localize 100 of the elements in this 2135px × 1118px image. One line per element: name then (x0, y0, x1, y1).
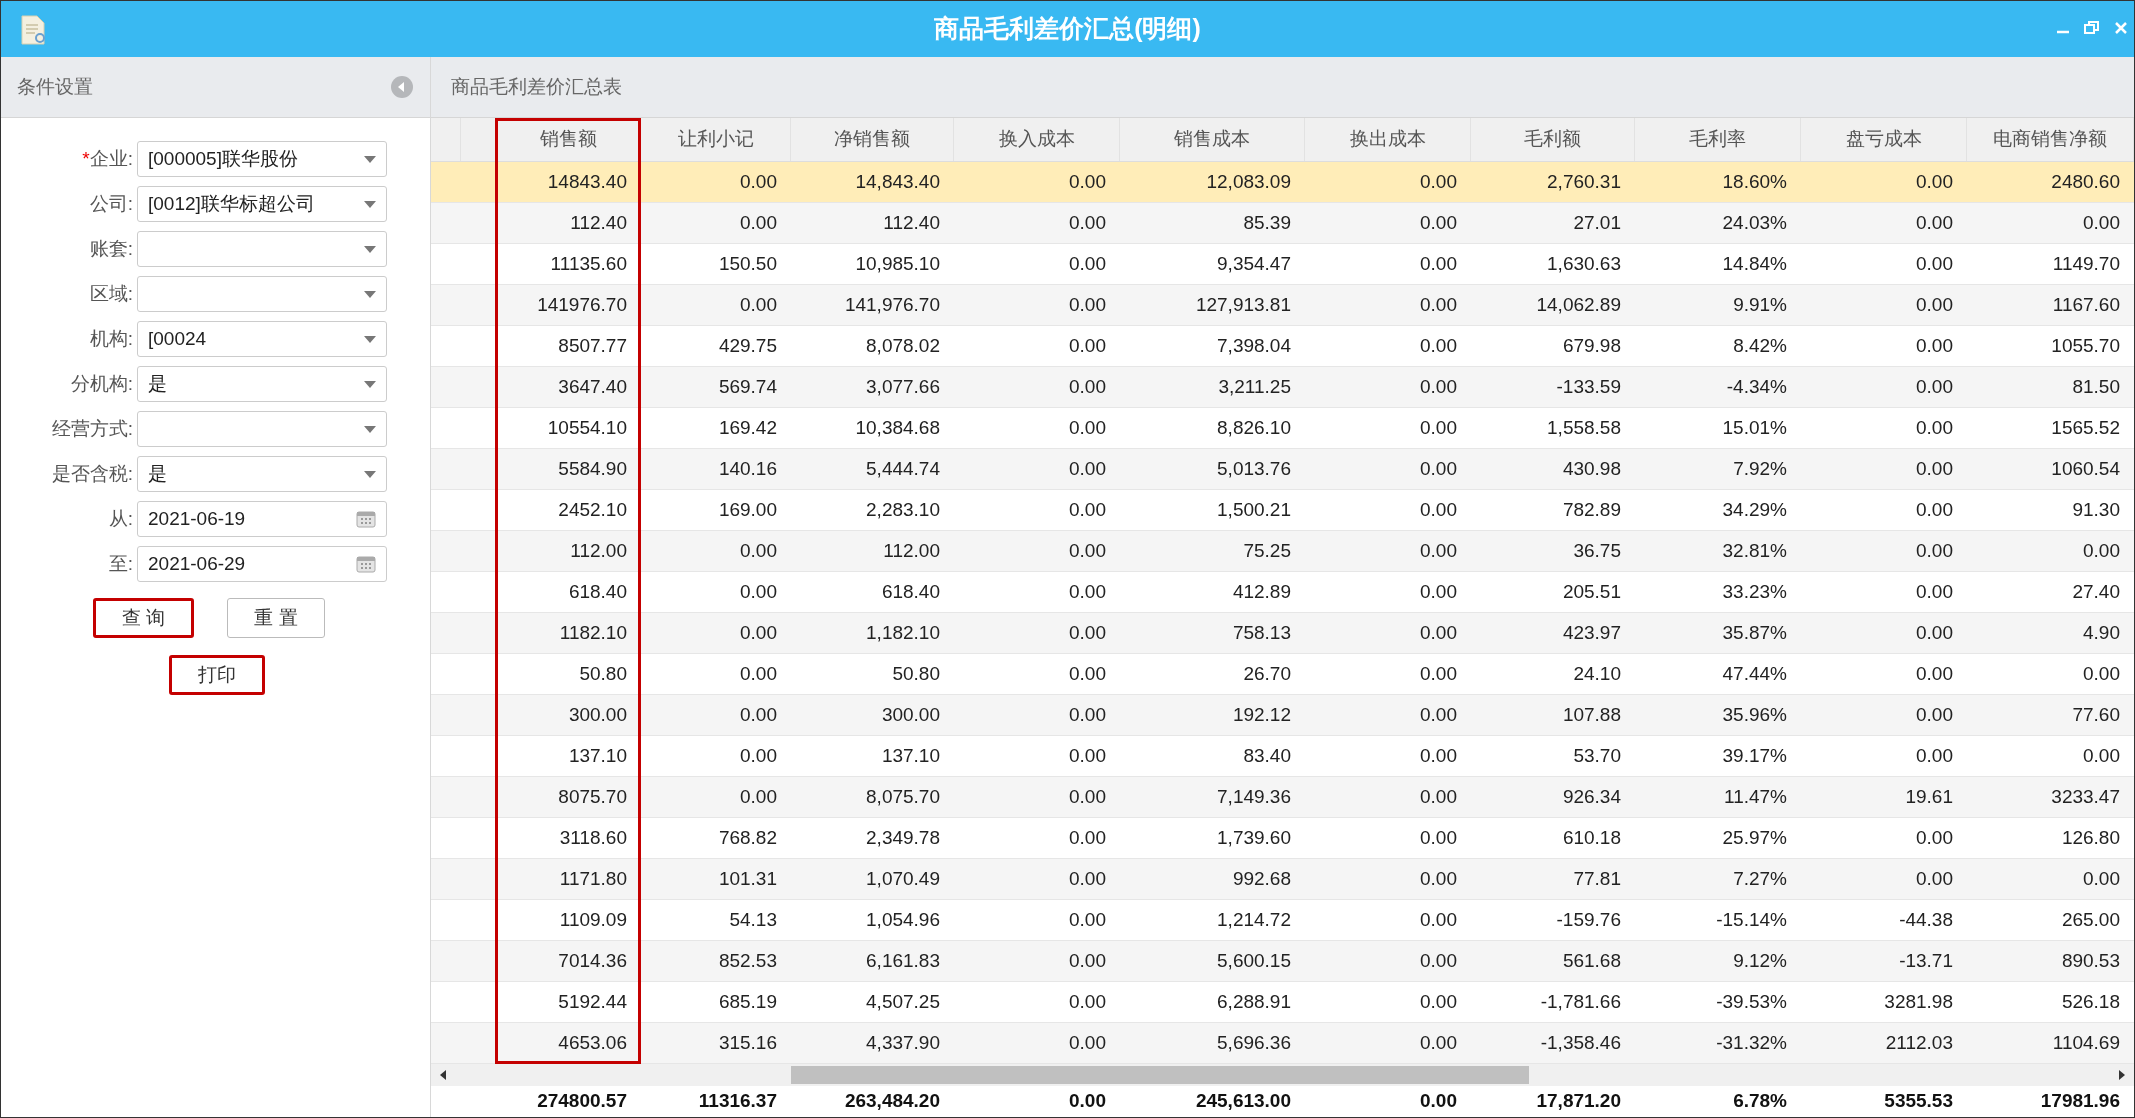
dropdown-caret-icon[interactable] (364, 470, 376, 478)
table-row[interactable]: 7014.36 852.53 6,161.83 0.00 5,600.15 0.00 561.68 9.12% -13.71 890.53 (431, 941, 2134, 982)
dropdown-field[interactable]: [00024 (137, 321, 387, 357)
table-cell-text: 107.88 (1562, 702, 1621, 727)
table-cell-text: 0.00 (1916, 866, 1953, 891)
column-header[interactable]: 电商销售净额 (1967, 118, 2134, 161)
table-cell-text: 0.00 (1916, 579, 1953, 604)
scrollbar-thumb[interactable] (791, 1066, 1529, 1084)
table-cell-text: 0.00 (1069, 210, 1106, 235)
calendar-icon[interactable] (356, 510, 376, 528)
field-label: *企业: (81, 146, 134, 171)
dropdown-field[interactable] (137, 231, 387, 267)
scroll-left-icon[interactable] (439, 1069, 447, 1081)
column-header[interactable]: 毛利率 (1635, 118, 1801, 161)
column-header[interactable]: 毛利额 (1471, 118, 1635, 161)
table-cell-text: 1,070.49 (866, 866, 940, 891)
horizontal-scrollbar[interactable] (431, 1064, 2134, 1086)
table-row[interactable]: 5584.90 140.16 5,444.74 0.00 5,013.76 0.00 430.98 7.92% 0.00 1060.54 (431, 449, 2134, 490)
table-cell-text: 610.18 (1562, 825, 1621, 850)
table-cell-text: 8075.70 (558, 784, 627, 809)
table-row[interactable]: 112.00 0.00 112.00 0.00 75.25 0.00 36.75 32.81% 0.00 0.00 (431, 531, 2134, 572)
column-header[interactable]: 销售额 (497, 118, 641, 161)
button[interactable]: 查 询 (93, 598, 195, 638)
dropdown-caret-icon[interactable] (364, 200, 376, 208)
dropdown-caret-icon[interactable] (364, 245, 376, 253)
column-header[interactable]: 销售成本 (1120, 118, 1305, 161)
table-cell-text: 0.00 (740, 538, 777, 563)
dropdown-caret-icon[interactable] (364, 290, 376, 298)
dropdown-field[interactable]: [000005]联华股份 (137, 141, 387, 177)
table-row[interactable]: 3647.40 569.74 3,077.66 0.00 3,211.25 0.00 -133.59 -4.34% 0.00 81.50 (431, 367, 2134, 408)
restore-icon[interactable] (2084, 21, 2100, 35)
table-cell-text: 27.40 (2072, 579, 2120, 604)
table-cell-text: 0.00 (1069, 784, 1106, 809)
table-row[interactable]: 14843.40 0.00 14,843.40 0.00 12,083.09 0.00 2,760.31 18.60% 0.00 2480.60 (431, 162, 2134, 203)
column-header[interactable]: 盘亏成本 (1801, 118, 1967, 161)
table-cell-text: 39.17% (1722, 743, 1787, 768)
dropdown-field[interactable]: [0012]联华标超公司 (137, 186, 387, 222)
table-cell-text: 0.00 (1420, 948, 1457, 973)
scroll-right-icon[interactable] (2118, 1069, 2126, 1081)
calendar-icon[interactable] (356, 555, 376, 573)
table-cell-text: 1149.70 (2052, 251, 2120, 276)
table-row[interactable]: 1182.10 0.00 1,182.10 0.00 758.13 0.00 423.97 35.87% 0.00 4.90 (431, 613, 2134, 654)
table-cell-text: 7.27% (1733, 866, 1787, 891)
table-cell-text: 1,630.63 (1547, 251, 1621, 276)
table-cell-text: 15.01% (1722, 415, 1787, 440)
table-row[interactable]: 300.00 0.00 300.00 0.00 192.12 0.00 107.88 35.96% 0.00 77.60 (431, 695, 2134, 736)
dropdown-caret-icon[interactable] (364, 425, 376, 433)
column-header[interactable]: 换入成本 (954, 118, 1120, 161)
dropdown-field[interactable] (137, 411, 387, 447)
table-cell-text: 0.00 (740, 620, 777, 645)
table-cell-text: 140.16 (718, 456, 777, 481)
dropdown-caret-icon[interactable] (364, 155, 376, 163)
table-cell-text: 5192.44 (558, 989, 627, 1014)
table-cell-text: 7014.36 (558, 948, 627, 973)
total-cell-text: 11316.37 (698, 1089, 777, 1114)
table-cell-text: 0.00 (1916, 497, 1953, 522)
table-cell-text: 1167.60 (2052, 292, 2120, 317)
field-label: 机构: (88, 326, 134, 351)
table-cell-text: 0.00 (1069, 702, 1106, 727)
table-cell-text: 75.25 (1243, 538, 1291, 563)
field-label: 区域: (88, 281, 134, 306)
table-cell-text: 0.00 (1069, 374, 1106, 399)
dropdown-caret-icon[interactable] (364, 380, 376, 388)
field-label: 至: (107, 551, 134, 576)
table-cell-text: 0.00 (1916, 333, 1953, 358)
button[interactable]: 重 置 (227, 598, 325, 638)
table-row[interactable]: 4653.06 315.16 4,337.90 0.00 5,696.36 0.00 -1,358.46 -31.32% 2112.03 1104.69 (431, 1023, 2134, 1064)
dropdown-field[interactable]: 是 (137, 456, 387, 492)
collapse-icon[interactable] (390, 75, 414, 99)
table-cell-text: 429.75 (718, 333, 777, 358)
close-icon[interactable] (2114, 21, 2128, 35)
dropdown-field[interactable]: 是 (137, 366, 387, 402)
table-cell-text: 1,214.72 (1217, 907, 1291, 932)
table-cell-text: 0.00 (1916, 538, 1953, 563)
total-cell-text: 17,871.20 (1536, 1089, 1621, 1114)
table-cell-text: 0.00 (1069, 538, 1106, 563)
table-cell-text: 32.81% (1722, 538, 1787, 563)
table-cell-text: 2112.03 (1885, 1030, 1953, 1055)
table-cell-text: -31.32% (1716, 1030, 1787, 1055)
table-cell-text: -44.38 (1899, 907, 1953, 932)
column-header[interactable]: 让利小记 (641, 118, 791, 161)
table-row[interactable]: 1171.80 101.31 1,070.49 0.00 992.68 0.00 77.81 7.27% 0.00 0.00 (431, 859, 2134, 900)
table-cell-text: 54.13 (729, 907, 777, 932)
dropdown-caret-icon[interactable] (364, 335, 376, 343)
button[interactable]: 打印 (169, 655, 265, 695)
table-cell-text: 0.00 (1420, 825, 1457, 850)
dropdown-field[interactable] (137, 276, 387, 312)
table-row[interactable]: 8075.70 0.00 8,075.70 0.00 7,149.36 0.00 926.34 11.47% 19.61 3233.47 (431, 777, 2134, 818)
date-field[interactable]: 2021-06-19 (137, 501, 387, 537)
table-row[interactable]: 112.40 0.00 112.40 0.00 85.39 0.00 27.01 24.03% 0.00 0.00 (431, 203, 2134, 244)
table-cell-text: 3647.40 (558, 374, 627, 399)
table-cell-text: 6,161.83 (866, 948, 940, 973)
table-row[interactable]: 141976.70 0.00 141,976.70 0.00 127,913.81 0.00 14,062.89 9.91% 0.00 1167.60 (431, 285, 2134, 326)
table-cell-text: 24.03% (1722, 210, 1787, 235)
date-field[interactable]: 2021-06-29 (137, 546, 387, 582)
field-label: 分机构: (69, 371, 134, 396)
table-cell-text: 852.53 (718, 948, 777, 973)
table-cell-text: -39.53% (1716, 989, 1787, 1014)
column-header[interactable]: 换出成本 (1305, 118, 1471, 161)
column-header[interactable]: 净销售额 (791, 118, 954, 161)
